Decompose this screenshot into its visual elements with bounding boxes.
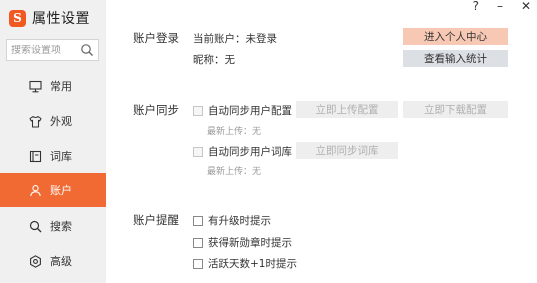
app-header: S 属性设置 xyxy=(9,8,90,28)
sidebar-item-label: 账户 xyxy=(50,184,72,197)
sidebar-item-label: 高级 xyxy=(50,255,72,268)
checkbox-box[interactable] xyxy=(193,146,203,157)
active-days-reminder-checkbox[interactable]: 活跃天数+1时提示 xyxy=(193,256,297,271)
checkbox-box[interactable] xyxy=(193,237,203,248)
dict-last-upload: 最新上传：无 xyxy=(207,167,262,177)
close-icon[interactable]: ✕ xyxy=(521,0,531,14)
search-icon xyxy=(28,219,42,233)
monitor-icon xyxy=(28,79,42,93)
sidebar: S 属性设置 常用 外观 词库 账户 搜 xyxy=(0,0,106,283)
checkbox-box[interactable] xyxy=(193,105,203,116)
user-icon xyxy=(28,183,42,197)
upload-config-button[interactable]: 立即上传配置 xyxy=(296,101,398,118)
sidebar-item-appearance[interactable]: 外观 xyxy=(0,104,106,138)
nickname-text: 昵称：无 xyxy=(193,54,235,66)
input-stats-button[interactable]: 查看输入统计 xyxy=(403,50,508,67)
window-controls: ? – ✕ xyxy=(473,0,531,14)
checkbox-label: 自动同步用户词库 xyxy=(208,146,292,158)
sidebar-item-account[interactable]: 账户 xyxy=(0,173,106,207)
sidebar-item-search[interactable]: 搜索 xyxy=(0,209,106,243)
app-title: 属性设置 xyxy=(32,11,90,27)
search-input[interactable] xyxy=(11,44,83,56)
checkbox-box[interactable] xyxy=(193,215,203,226)
shirt-icon xyxy=(28,114,42,128)
sidebar-item-common[interactable]: 常用 xyxy=(0,69,106,103)
search-icon[interactable] xyxy=(80,43,94,57)
sidebar-item-dictionary[interactable]: 词库 xyxy=(0,139,106,173)
sidebar-item-label: 搜索 xyxy=(50,220,72,233)
upgrade-reminder-checkbox[interactable]: 有升级时提示 xyxy=(193,213,271,228)
help-icon[interactable]: ? xyxy=(473,0,479,14)
checkbox-label: 活跃天数+1时提示 xyxy=(208,258,297,270)
sogou-logo-icon: S xyxy=(9,9,26,27)
account-sync-heading: 账户同步 xyxy=(133,103,179,117)
settings-search xyxy=(6,39,99,61)
personal-center-button[interactable]: 进入个人中心 xyxy=(403,28,508,45)
account-login-heading: 账户登录 xyxy=(133,31,179,45)
book-icon xyxy=(28,149,42,163)
sidebar-item-label: 常用 xyxy=(50,80,72,93)
current-account-text: 当前账户：未登录 xyxy=(193,33,277,45)
account-reminder-heading: 账户提醒 xyxy=(133,213,179,227)
checkbox-box[interactable] xyxy=(193,258,203,269)
sidebar-item-advanced[interactable]: 高级 xyxy=(0,244,106,278)
config-last-upload: 最新上传：无 xyxy=(207,127,262,137)
checkbox-label: 获得新勋章时提示 xyxy=(208,237,292,249)
sync-dict-checkbox[interactable]: 自动同步用户词库 xyxy=(193,144,292,159)
checkbox-label: 自动同步用户配置 xyxy=(208,105,292,117)
sync-config-checkbox[interactable]: 自动同步用户配置 xyxy=(193,103,292,118)
download-config-button[interactable]: 立即下载配置 xyxy=(403,101,508,118)
medal-reminder-checkbox[interactable]: 获得新勋章时提示 xyxy=(193,235,292,250)
sidebar-item-label: 外观 xyxy=(50,115,72,128)
sidebar-item-label: 词库 xyxy=(50,150,72,163)
gear-icon xyxy=(28,254,42,268)
sync-dict-button[interactable]: 立即同步词库 xyxy=(296,142,398,159)
checkbox-label: 有升级时提示 xyxy=(208,215,271,227)
minimize-icon[interactable]: – xyxy=(497,0,503,14)
